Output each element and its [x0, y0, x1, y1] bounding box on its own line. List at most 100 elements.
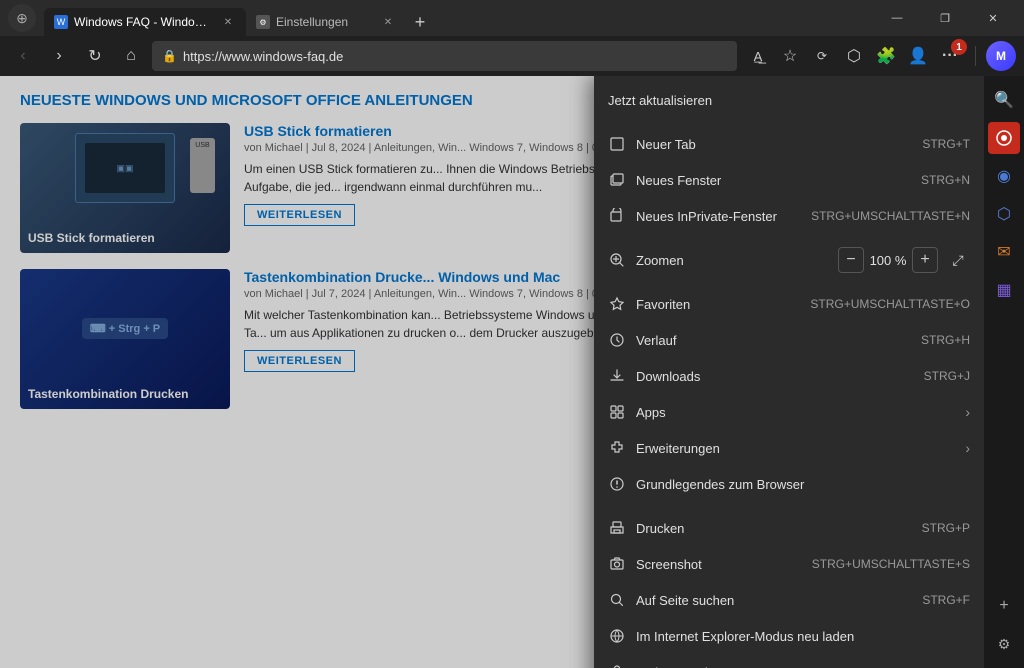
menu-item-more-tools[interactable]: Weitere Tools › [594, 654, 984, 668]
more-tools-icon [608, 663, 626, 668]
menu-screenshot-shortcut: STRG+UMSCHALTTASTE+S [812, 557, 970, 571]
address-bar[interactable]: 🔒 https://www.windows-faq.de [152, 41, 737, 71]
tab-2[interactable]: ⚙ Einstellungen ✕ [246, 8, 406, 36]
favorites-button[interactable]: ☆ [775, 41, 805, 71]
menu-find-shortcut: STRG+F [922, 593, 970, 607]
divider [975, 46, 976, 66]
menu-new-window-label: Neues Fenster [636, 173, 911, 188]
menu-item-inprivate[interactable]: Neues InPrivate-Fenster STRG+UMSCHALTTAS… [594, 198, 984, 234]
tab-2-close[interactable]: ✕ [380, 14, 396, 30]
profiles-button[interactable]: 👤 [903, 41, 933, 71]
close-button[interactable]: ✕ [970, 2, 1016, 34]
zoom-in-button[interactable]: + [912, 247, 938, 273]
more-tools-arrow-icon: › [965, 664, 970, 668]
menu-item-find[interactable]: Auf Seite suchen STRG+F [594, 582, 984, 618]
menu-new-window-shortcut: STRG+N [921, 173, 970, 187]
tab-1-favicon: W [54, 15, 68, 29]
main-area: NEUESTE WINDOWS UND MICROSOFT OFFICE ANL… [0, 76, 1024, 668]
browser-window: ⊕ W Windows FAQ - Windows 11 / 10... ✕ ⚙… [0, 0, 1024, 668]
lock-icon: 🔒 [162, 49, 177, 63]
tab-1-title: Windows FAQ - Windows 11 / 10... [74, 15, 214, 29]
forward-button[interactable]: › [44, 41, 74, 71]
menu-item-history[interactable]: Verlauf STRG+H [594, 322, 984, 358]
tab-bar: W Windows FAQ - Windows 11 / 10... ✕ ⚙ E… [44, 0, 858, 36]
sidebar-outlook-icon[interactable]: ✉ [988, 236, 1020, 268]
menu-favorites-shortcut: STRG+UMSCHALTTASTE+O [810, 297, 970, 311]
menu-item-ie-mode[interactable]: Im Internet Explorer-Modus neu laden [594, 618, 984, 654]
menu-item-update[interactable]: Jetzt aktualisieren [594, 82, 984, 118]
zoom-expand-button[interactable]: ⤢ [946, 248, 970, 272]
menu-item-downloads[interactable]: Downloads STRG+J [594, 358, 984, 394]
browser-essentials-button[interactable]: ⬡ [839, 41, 869, 71]
extensions-button[interactable]: 🧩 [871, 41, 901, 71]
title-bar: ⊕ W Windows FAQ - Windows 11 / 10... ✕ ⚙… [0, 0, 1024, 36]
collections-button[interactable]: ⟳ [807, 41, 837, 71]
menu-item-apps[interactable]: Apps › [594, 394, 984, 430]
inprivate-icon [608, 207, 626, 225]
ellipsis-button-wrapper: ··· 1 [935, 41, 965, 71]
menu-favorites-label: Favoriten [636, 297, 800, 312]
zoom-out-button[interactable]: − [838, 247, 864, 273]
minimize-button[interactable]: — [874, 2, 920, 34]
menu-downloads-shortcut: STRG+J [924, 369, 970, 383]
sidebar-settings-icon[interactable]: ⚙ [988, 628, 1020, 660]
browser-essentials-menu-icon [608, 475, 626, 493]
menu-item-update-label: Jetzt aktualisieren [608, 93, 712, 108]
home-button[interactable]: ⌂ [116, 41, 146, 71]
back-button[interactable]: ‹ [8, 41, 38, 71]
menu-item-favorites[interactable]: Favoriten STRG+UMSCHALTTASTE+O [594, 286, 984, 322]
profile-button[interactable]: M [986, 41, 1016, 71]
translate-button[interactable]: A̲̲ [743, 41, 773, 71]
menu-item-new-tab[interactable]: Neuer Tab STRG+T [594, 126, 984, 162]
menu-find-label: Auf Seite suchen [636, 593, 912, 608]
find-icon [608, 591, 626, 609]
menu-print-shortcut: STRG+P [922, 521, 970, 535]
maximize-button[interactable]: ❐ [922, 2, 968, 34]
menu-zoom-label: Zoomen [636, 253, 828, 268]
zoom-control: − 100 % + ⤢ [838, 247, 970, 273]
nav-actions: A̲̲ ☆ ⟳ ⬡ 🧩 👤 ··· 1 [743, 41, 965, 71]
window-controls: — ❐ ✕ [874, 2, 1016, 34]
refresh-button[interactable]: ↻ [80, 41, 110, 71]
menu-history-shortcut: STRG+H [921, 333, 970, 347]
nav-bar: ‹ › ↻ ⌂ 🔒 https://www.windows-faq.de A̲̲… [0, 36, 1024, 76]
sidebar: 🔍 ◉ ⬡ ✉ ▦ + ⚙ [984, 76, 1024, 668]
extensions-arrow-icon: › [965, 440, 970, 456]
menu-item-browser-essentials[interactable]: Grundlegendes zum Browser [594, 466, 984, 502]
menu-new-tab-label: Neuer Tab [636, 137, 912, 152]
downloads-icon [608, 367, 626, 385]
zoom-value: 100 % [868, 253, 908, 268]
sidebar-search-icon[interactable]: 🔍 [988, 84, 1020, 116]
tab-1[interactable]: W Windows FAQ - Windows 11 / 10... ✕ [44, 8, 246, 36]
sidebar-add-icon[interactable]: + [988, 590, 1020, 622]
menu-item-print[interactable]: Drucken STRG+P [594, 510, 984, 546]
new-tab-button[interactable]: + [406, 8, 434, 36]
browser-icon: ⊕ [8, 4, 36, 32]
menu-history-label: Verlauf [636, 333, 911, 348]
print-icon [608, 519, 626, 537]
menu-inprivate-shortcut: STRG+UMSCHALTTASTE+N [811, 209, 970, 223]
new-window-icon [608, 171, 626, 189]
sidebar-office-icon[interactable]: ▦ [988, 274, 1020, 306]
menu-browser-essentials-label: Grundlegendes zum Browser [636, 477, 970, 492]
tab-1-close[interactable]: ✕ [220, 14, 236, 30]
menu-downloads-label: Downloads [636, 369, 914, 384]
menu-inprivate-label: Neues InPrivate-Fenster [636, 209, 801, 224]
ellipsis-badge: 1 [951, 39, 967, 55]
menu-item-extensions[interactable]: Erweiterungen › [594, 430, 984, 466]
favorites-menu-icon [608, 295, 626, 313]
sidebar-copilot-icon[interactable] [988, 122, 1020, 154]
menu-apps-label: Apps [636, 405, 951, 420]
sidebar-edge-icon[interactable]: ◉ [988, 160, 1020, 192]
history-icon [608, 331, 626, 349]
new-tab-icon [608, 135, 626, 153]
menu-screenshot-label: Screenshot [636, 557, 802, 572]
menu-item-zoom: Zoomen − 100 % + ⤢ [594, 242, 984, 278]
menu-item-screenshot[interactable]: Screenshot STRG+UMSCHALTTASTE+S [594, 546, 984, 582]
dropdown-menu: Jetzt aktualisieren Neuer Tab STRG+T Neu… [594, 76, 984, 668]
menu-item-new-window[interactable]: Neues Fenster STRG+N [594, 162, 984, 198]
menu-more-tools-label: Weitere Tools [636, 665, 951, 668]
sidebar-teams-icon[interactable]: ⬡ [988, 198, 1020, 230]
zoom-icon [608, 251, 626, 269]
menu-ie-mode-label: Im Internet Explorer-Modus neu laden [636, 629, 970, 644]
